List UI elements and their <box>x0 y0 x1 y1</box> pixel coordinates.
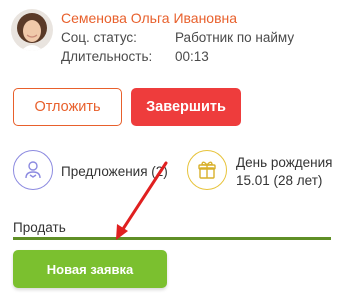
social-status-label: Соц. статус: <box>61 30 137 45</box>
offers-link[interactable]: Предложения (2) <box>61 164 168 179</box>
gift-icon <box>187 150 227 190</box>
user-handshake-icon[interactable] <box>13 150 53 190</box>
duration-value: 00:13 <box>175 49 209 64</box>
new-request-button[interactable]: Новая заявка <box>13 250 167 288</box>
birthday-date: 15.01 (28 лет) <box>236 173 323 188</box>
finish-button[interactable]: Завершить <box>131 88 241 126</box>
client-name: Семенова Ольга Ивановна <box>61 10 238 26</box>
sell-label: Продать <box>13 220 66 235</box>
postpone-button[interactable]: Отложить <box>13 88 122 126</box>
client-avatar <box>11 9 53 51</box>
birthday-title: День рождения <box>236 155 333 170</box>
sell-divider <box>13 237 331 240</box>
duration-label: Длительность: <box>61 49 153 64</box>
social-status-value: Работник по найму <box>175 30 295 45</box>
